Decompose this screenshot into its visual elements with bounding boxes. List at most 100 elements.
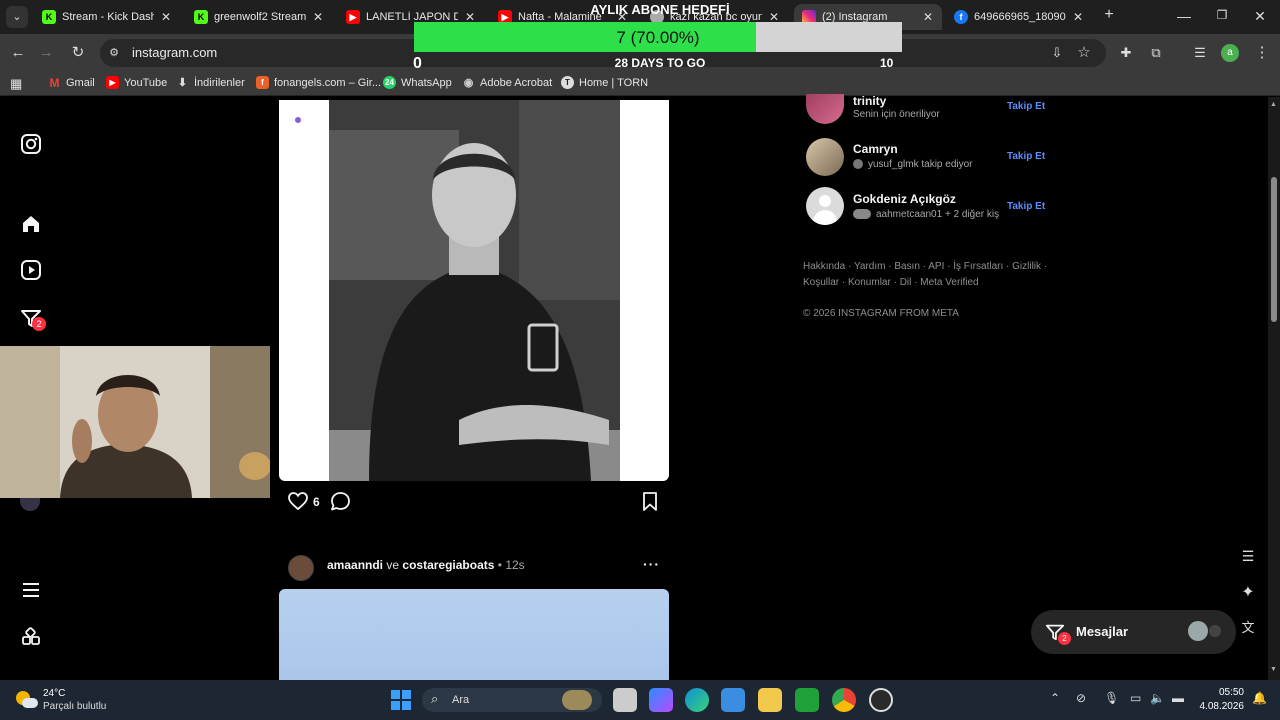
- tab-kick-stream[interactable]: K greenwolf2 Stream - ✕: [186, 4, 332, 30]
- profile-avatar-icon[interactable]: a: [1221, 44, 1239, 62]
- tray-display-icon[interactable]: ▭: [1130, 691, 1141, 705]
- weather-description[interactable]: Parçalı bulutlu: [43, 701, 106, 712]
- reload-icon[interactable]: ↻: [68, 43, 88, 63]
- also-from-meta-icon[interactable]: [20, 626, 42, 648]
- clock-date[interactable]: 4.08.2026: [1194, 701, 1245, 712]
- edge-icon[interactable]: [685, 688, 709, 712]
- bookmark-label: fonangels.com – Gir...: [274, 76, 381, 89]
- home-icon[interactable]: [20, 213, 42, 235]
- clock-time[interactable]: 05:50: [1198, 687, 1244, 698]
- task-view-icon[interactable]: [613, 688, 637, 712]
- messages-button[interactable]: 2 Mesajlar: [1031, 610, 1236, 654]
- sidebar-list-icon[interactable]: ☰: [1237, 548, 1259, 570]
- close-window-button[interactable]: ✕: [1248, 8, 1272, 25]
- tab-facebook[interactable]: f 649666965_1809062 ✕: [946, 4, 1092, 30]
- bookmark-star-icon[interactable]: ☆: [1074, 43, 1094, 63]
- reading-list-icon[interactable]: ☰: [1190, 43, 1210, 63]
- post-photo[interactable]: [329, 100, 620, 481]
- back-icon[interactable]: ←: [8, 43, 28, 63]
- gmail-icon: M: [49, 75, 60, 90]
- suggestion-name[interactable]: Gokdeniz Açıkgöz: [853, 192, 956, 206]
- obs-icon[interactable]: [869, 688, 893, 712]
- author-username-1[interactable]: amaanndi: [327, 558, 383, 572]
- suggestion-avatar[interactable]: [806, 138, 844, 176]
- taskbar-search-box[interactable]: ⌕ Ara: [422, 688, 602, 712]
- mutual-avatars: [853, 209, 871, 219]
- install-app-icon[interactable]: ⇩: [1047, 43, 1067, 63]
- chrome-icon[interactable]: [832, 688, 856, 712]
- goal-end-value: 10: [880, 56, 894, 70]
- tab-close-icon[interactable]: ✕: [922, 10, 934, 24]
- suggestion-subtitle: aahmetcaan01 + 2 diğer kiş: [876, 209, 1000, 220]
- apps-grid-icon[interactable]: ▦: [10, 76, 22, 92]
- bookmark-whatsapp[interactable]: 24 WhatsApp: [383, 76, 452, 89]
- post-author-avatar[interactable]: [288, 555, 314, 581]
- weather-temperature[interactable]: 24°C: [43, 688, 65, 699]
- forward-icon[interactable]: →: [36, 43, 56, 63]
- site-info-icon[interactable]: ⚙: [104, 43, 124, 63]
- maximize-button[interactable]: ❐: [1210, 8, 1234, 22]
- author-username-2[interactable]: costaregiaboats: [402, 558, 494, 572]
- store-icon[interactable]: [721, 688, 745, 712]
- more-menu-icon[interactable]: [20, 579, 42, 601]
- ai-sparkle-icon[interactable]: ✦: [1237, 582, 1259, 604]
- footer-links-line-1[interactable]: Hakkında · Yardım · Basın · API · İş Fır…: [803, 259, 1047, 275]
- post-photo[interactable]: [279, 589, 669, 681]
- instagram-logo-icon[interactable]: [20, 133, 42, 155]
- post-time: 12s: [505, 558, 525, 572]
- weather-icon[interactable]: [16, 689, 38, 711]
- save-bookmark-icon[interactable]: [642, 492, 658, 511]
- minimize-button[interactable]: —: [1172, 8, 1196, 24]
- bookmark-gmail[interactable]: M Gmail: [48, 75, 95, 90]
- suggestion-name[interactable]: Camryn: [853, 142, 898, 156]
- whatsapp-icon: 24: [383, 76, 396, 89]
- scrollbar-thumb[interactable]: [1271, 177, 1277, 322]
- extensions-puzzle-icon[interactable]: ⧉: [1146, 43, 1166, 63]
- youtube-icon: ▶: [106, 76, 119, 89]
- notification-bell-icon[interactable]: 🔔: [1252, 691, 1267, 705]
- bookmark-label: WhatsApp: [401, 76, 452, 89]
- tab-close-icon[interactable]: ✕: [1072, 10, 1084, 24]
- windows-start-icon[interactable]: [389, 688, 413, 712]
- search-highlight-icon: [562, 690, 592, 710]
- follow-button[interactable]: Takip Et: [1007, 101, 1045, 112]
- tab-close-icon[interactable]: ✕: [312, 10, 324, 24]
- download-icon: ⬇: [177, 77, 188, 89]
- tray-network-icon[interactable]: ⊘: [1076, 691, 1086, 705]
- bookmark-label: İndirilenler: [194, 76, 245, 89]
- search-icon: ⌕: [431, 691, 439, 706]
- footer-links-line-2[interactable]: Koşullar · Konumlar · Dil · Meta Verifie…: [803, 275, 979, 291]
- carousel-dot: [295, 117, 301, 123]
- file-explorer-icon[interactable]: [758, 688, 782, 712]
- tray-battery-icon[interactable]: ▬: [1172, 691, 1184, 705]
- tab-kick-dashboard[interactable]: K Stream - Kick Dashbo ✕: [34, 4, 180, 30]
- like-count[interactable]: 6: [313, 495, 320, 509]
- xbox-icon[interactable]: [795, 688, 819, 712]
- post-options-icon[interactable]: ···: [643, 556, 660, 572]
- follow-button[interactable]: Takip Et: [1007, 201, 1045, 212]
- bookmark-torn[interactable]: T Home | TORN: [561, 76, 648, 89]
- bookmark-fonangels[interactable]: f fonangels.com – Gir...: [256, 76, 381, 89]
- default-avatar-icon[interactable]: [806, 187, 844, 225]
- comment-icon[interactable]: [330, 491, 351, 512]
- new-tab-button[interactable]: +: [1097, 6, 1121, 24]
- tray-chevron-icon[interactable]: ⌃: [1050, 691, 1060, 705]
- bookmark-adobe-acrobat[interactable]: ◉ Adobe Acrobat: [462, 76, 552, 90]
- tab-search-button[interactable]: ⌄: [6, 6, 28, 28]
- bookmark-youtube[interactable]: ▶ YouTube: [106, 76, 167, 89]
- page-scrollbar[interactable]: ▲ ▼: [1268, 97, 1280, 680]
- tab-title: 649666965_1809062: [974, 11, 1066, 23]
- copilot-icon[interactable]: [649, 688, 673, 712]
- suggestion-name[interactable]: trinity: [853, 94, 886, 108]
- extension-icon[interactable]: ✚: [1116, 43, 1136, 63]
- menu-kebab-icon[interactable]: ⋮: [1252, 43, 1272, 63]
- tab-close-icon[interactable]: ✕: [160, 10, 172, 24]
- message-avatar: [1209, 625, 1221, 637]
- tray-microphone-icon[interactable]: 🎙: [1104, 691, 1119, 705]
- like-heart-icon[interactable]: [288, 492, 308, 511]
- tray-volume-icon[interactable]: 🔈: [1150, 691, 1165, 705]
- translate-icon[interactable]: 文: [1237, 617, 1259, 639]
- bookmark-downloads[interactable]: ⬇ İndirilenler: [176, 76, 245, 90]
- follow-button[interactable]: Takip Et: [1007, 151, 1045, 162]
- reels-icon[interactable]: [20, 259, 42, 281]
